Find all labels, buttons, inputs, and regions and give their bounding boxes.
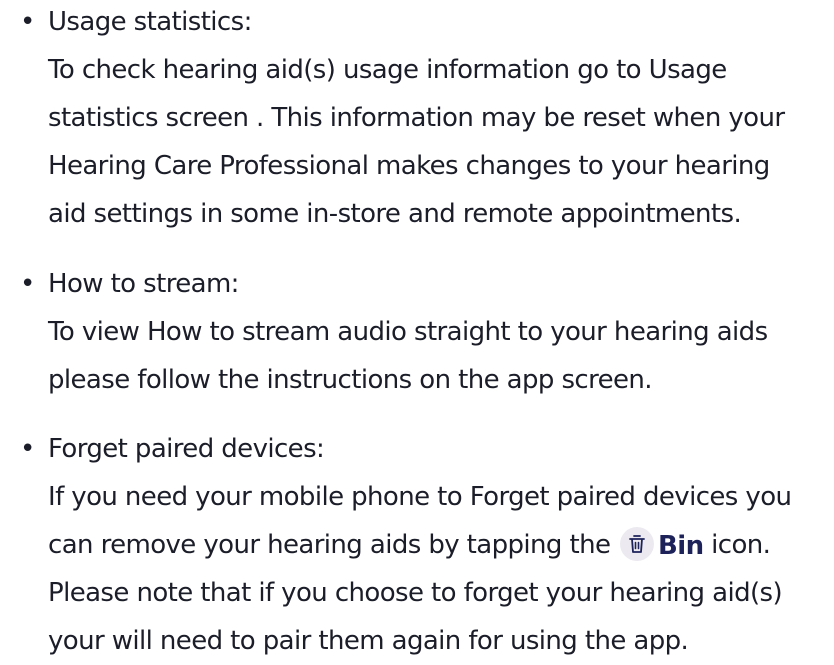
item-text-line: Please note that if you choose to forget… [48,578,783,608]
help-document: • Usage statistics: To check hearing aid… [0,0,834,658]
item-text-line: To check hearing aid(s) usage informatio… [48,55,727,85]
item-text: can remove your hearing aids by tapping … [48,530,611,560]
item-text-line: statistics screen . This information may… [48,103,785,133]
item-text-line-with-icon: can remove your hearing aids by tapping … [48,521,771,570]
bullet: • [20,7,36,37]
item-text-line: To view How to stream audio straight to … [48,317,768,347]
item-heading: How to stream: [48,269,239,299]
item-text-line: Hearing Care Professional makes changes … [48,151,770,181]
bin-label: Bin [658,530,704,561]
item-text-line: aid settings in some in-store and remote… [48,199,742,229]
item-text-line: please follow the instructions on the ap… [48,365,653,395]
bin-icon [620,526,655,561]
item-text-suffix: icon. [703,530,771,560]
item-text-line: If you need your mobile phone to Forget … [48,482,792,512]
bullet: • [20,269,36,299]
bullet: • [20,434,36,464]
item-heading: Forget paired devices: [48,434,325,464]
item-heading: Usage statistics: [48,7,252,37]
bin-inline-reference: Bin [618,522,704,570]
